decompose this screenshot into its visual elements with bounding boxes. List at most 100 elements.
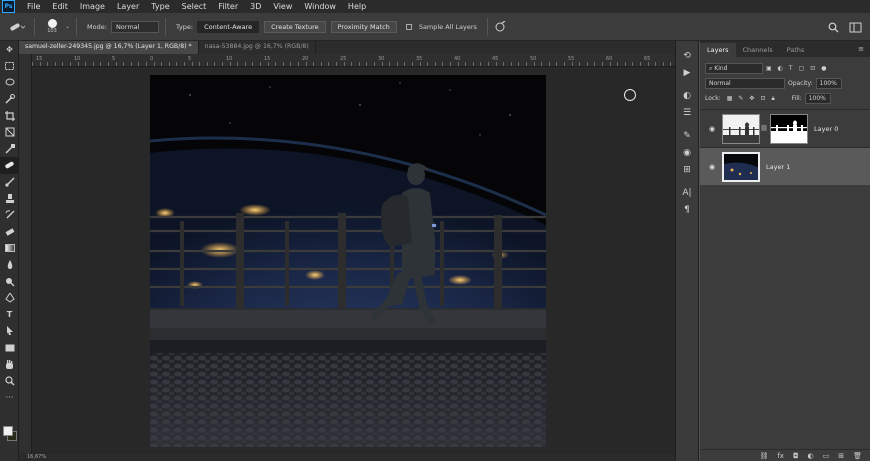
pressure-size-icon[interactable] (494, 20, 506, 33)
chevron-down-icon[interactable]: ⌄ (65, 23, 70, 30)
lock-pixels-icon[interactable]: ✎ (738, 95, 743, 102)
delete-layer-icon[interactable]: 🗑︎ (853, 452, 862, 460)
type-tool-icon[interactable]: T (0, 307, 19, 324)
lock-position-icon[interactable]: ✥ (749, 95, 754, 102)
gradient-tool-icon[interactable] (0, 240, 19, 257)
filter-smart-object-icon[interactable]: ⊡ (810, 65, 815, 72)
blend-mode-select[interactable]: Normal (705, 78, 785, 89)
brush-tool-icon[interactable] (0, 174, 19, 191)
layer-row[interactable]: ◉ ⛓ Layer 0 (700, 109, 870, 147)
adjustment-layer-icon[interactable]: ◐ (808, 452, 814, 460)
layer-style-icon[interactable]: fx (777, 452, 784, 460)
pen-tool-icon[interactable] (0, 290, 19, 307)
menu-type[interactable]: Type (145, 2, 175, 11)
filter-adjustment-icon[interactable]: ◐ (778, 65, 783, 72)
layer-name[interactable]: Layer 1 (766, 163, 790, 171)
eraser-tool-icon[interactable] (0, 224, 19, 241)
zoom-tool-icon[interactable] (0, 373, 19, 390)
properties-panel-icon[interactable]: ☰ (676, 104, 698, 121)
canvas-area[interactable] (32, 67, 675, 454)
move-tool-icon[interactable]: ✥ (0, 41, 19, 58)
history-brush-tool-icon[interactable] (0, 207, 19, 224)
dodge-tool-icon[interactable] (0, 273, 19, 290)
opacity-input[interactable]: 100% (815, 78, 842, 89)
search-icon[interactable] (828, 22, 839, 33)
character-panel-icon[interactable]: A| (676, 184, 698, 201)
crop-tool-icon[interactable] (0, 107, 19, 124)
layer-row[interactable]: ◉ Layer 1 (700, 147, 870, 185)
blur-tool-icon[interactable] (0, 257, 19, 274)
link-layers-icon[interactable]: ⛓ (759, 452, 768, 460)
tab-layers[interactable]: Layers (700, 43, 736, 57)
rectangle-tool-icon[interactable] (0, 340, 19, 357)
ruler-tick (533, 62, 535, 66)
foreground-color-swatch[interactable] (3, 426, 13, 436)
ruler-tick (609, 62, 611, 66)
sample-all-layers-checkbox[interactable] (405, 23, 412, 30)
layer-mask-thumbnail[interactable] (770, 113, 808, 144)
lock-artboard-icon[interactable]: ⊡ (760, 95, 765, 102)
proximity-match-button[interactable]: Proximity Match (330, 20, 397, 33)
eye-icon[interactable]: ◉ (706, 163, 718, 171)
menu-3d[interactable]: 3D (244, 2, 267, 11)
menu-edit[interactable]: Edit (46, 2, 74, 11)
marquee-tool-icon[interactable] (0, 58, 19, 75)
fill-input[interactable]: 100% (804, 93, 831, 104)
doc-tab-samuel-zeller[interactable]: samuel-zeller-249345.jpg @ 16,7% (Layer … (19, 41, 199, 54)
add-mask-icon[interactable]: ◘ (793, 452, 799, 460)
eye-icon[interactable]: ◉ (706, 125, 718, 133)
clone-source-icon[interactable]: ⊞ (676, 161, 698, 178)
lock-transparency-icon[interactable]: ▦ (727, 95, 733, 102)
tab-channels[interactable]: Channels (736, 43, 780, 57)
quick-selection-tool-icon[interactable] (0, 91, 19, 108)
spot-healing-brush-tool-icon[interactable] (0, 157, 19, 174)
menu-window[interactable]: Window (298, 2, 342, 11)
brushes-panel-icon[interactable]: ◉ (676, 144, 698, 161)
menu-select[interactable]: Select (176, 2, 213, 11)
filter-type-icon[interactable]: T (789, 65, 793, 72)
menu-image[interactable]: Image (74, 2, 111, 11)
paragraph-panel-icon[interactable]: ¶ (676, 201, 698, 218)
menu-filter[interactable]: Filter (212, 2, 244, 11)
brush-size-picker[interactable]: 103 (41, 19, 63, 34)
tool-preset-picker[interactable] (6, 17, 28, 37)
menu-help[interactable]: Help (342, 2, 372, 11)
top-right-controls (828, 13, 862, 41)
layer-name[interactable]: Layer 0 (814, 125, 838, 133)
frame-tool-icon[interactable] (0, 124, 19, 141)
create-texture-button[interactable]: Create Texture (264, 20, 326, 33)
adjustments-panel-icon[interactable]: ◐ (676, 87, 698, 104)
lasso-tool-icon[interactable] (0, 74, 19, 91)
history-panel-icon[interactable]: ⟲ (676, 47, 698, 64)
doc-tab-nasa[interactable]: nasa-53884.jpg @ 16,7% (RGB/8) (199, 41, 316, 54)
spot-healing-brush-icon (10, 23, 26, 30)
eyedropper-tool-icon[interactable] (0, 141, 19, 158)
new-group-icon[interactable]: ▭ (823, 452, 830, 460)
layer-thumbnail[interactable] (722, 113, 760, 144)
lock-all-icon[interactable]: 🔒︎ (771, 95, 774, 103)
content-aware-button[interactable]: Content-Aware (197, 20, 260, 33)
actions-panel-icon[interactable]: ▶ (676, 64, 698, 81)
path-selection-tool-icon[interactable] (0, 323, 19, 340)
filter-pixel-icon[interactable]: ▣ (766, 65, 772, 72)
mode-select[interactable]: Normal (110, 20, 159, 33)
new-layer-icon[interactable]: ⊞ (838, 452, 844, 460)
document-canvas[interactable] (150, 75, 546, 447)
brush-preview (47, 19, 57, 28)
link-icon[interactable]: ⛓ (760, 125, 768, 132)
panel-menu-icon[interactable]: ≡ (858, 45, 864, 53)
brush-settings-icon[interactable]: ✎ (676, 127, 698, 144)
filter-kind-select[interactable]: ⌕ Kind (705, 63, 763, 74)
hand-tool-icon[interactable] (0, 356, 19, 373)
more-tools-icon[interactable]: ··· (0, 389, 19, 406)
filter-toggle-icon[interactable]: ● (821, 65, 826, 72)
ruler-tick (260, 62, 261, 66)
tab-paths[interactable]: Paths (780, 43, 812, 57)
menu-layer[interactable]: Layer (111, 2, 145, 11)
menu-view[interactable]: View (267, 2, 298, 11)
menu-file[interactable]: File (21, 2, 46, 11)
clone-stamp-tool-icon[interactable] (0, 190, 19, 207)
filter-shape-icon[interactable]: ▢ (799, 65, 805, 72)
layer-thumbnail[interactable] (722, 151, 760, 182)
workspace-icon[interactable] (849, 22, 862, 33)
